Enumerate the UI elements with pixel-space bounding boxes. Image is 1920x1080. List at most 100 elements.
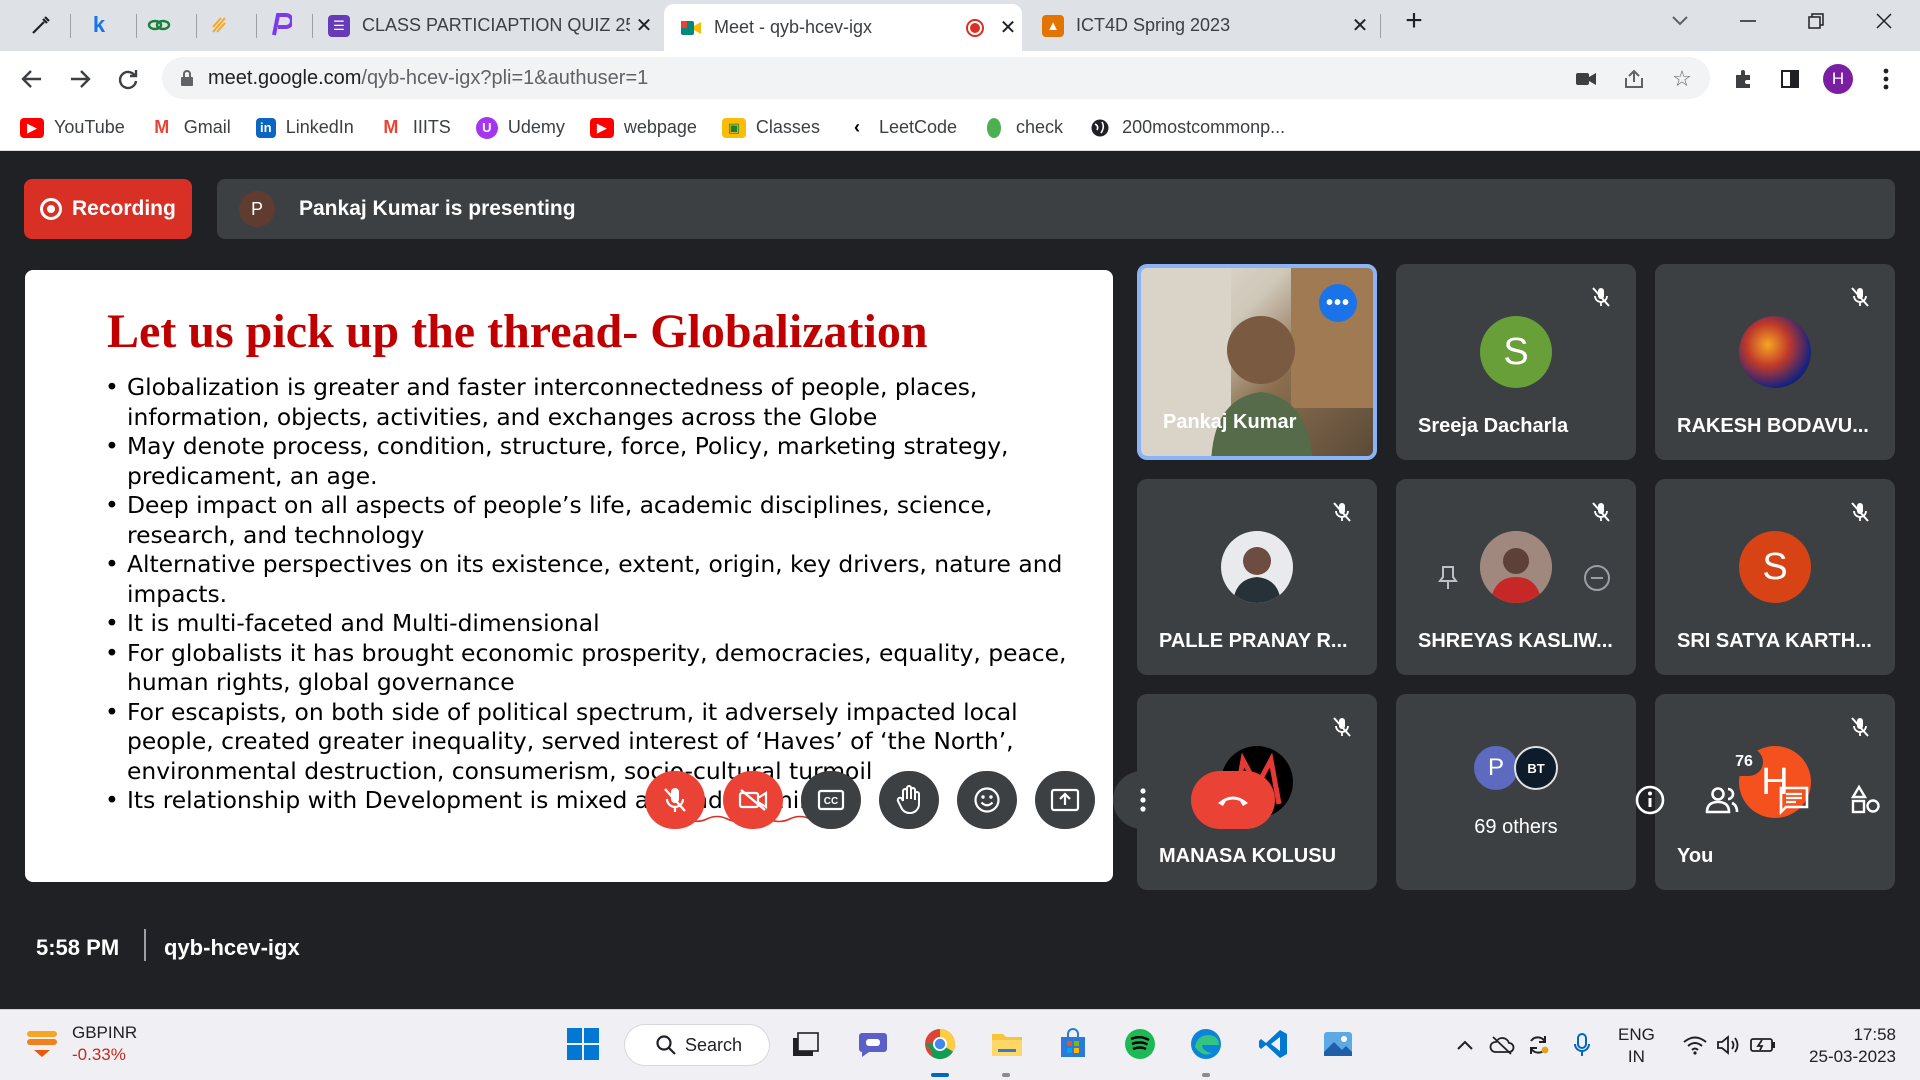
onedrive-tray-icon[interactable] (1487, 1030, 1517, 1060)
chrome-taskbar-button[interactable] (920, 1024, 960, 1064)
tab-search-button[interactable] (1652, 0, 1708, 42)
bookmarks-bar: ▶ YouTube M Gmail in LinkedIn M IIITS U Udemy… (0, 105, 1920, 151)
back-button[interactable] (14, 61, 50, 97)
bookmark-iiits[interactable]: M IIITS (379, 117, 451, 138)
bookmark-classes[interactable]: ▣ Classes (721, 117, 820, 138)
store-icon (1061, 1028, 1085, 1057)
activities-button[interactable] (1846, 780, 1886, 820)
classroom-icon: ▣ (721, 117, 746, 138)
camera-off-icon (738, 789, 768, 811)
minimize-button[interactable] (1720, 0, 1776, 42)
more-options-icon[interactable]: ••• (1319, 284, 1357, 322)
show-hidden-icons-button[interactable] (1450, 1030, 1480, 1060)
side-panel-button[interactable] (1772, 61, 1808, 97)
mic-off-icon (1327, 712, 1357, 742)
camera-toggle-button[interactable] (723, 771, 783, 829)
extensions-button[interactable] (1726, 61, 1762, 97)
pinned-tab-k[interactable]: k (80, 8, 118, 42)
pin-icon[interactable] (1434, 563, 1462, 591)
vscode-button[interactable] (1253, 1024, 1293, 1064)
address-bar[interactable]: meet.google.com/qyb-hcev-igx?pli=1&authu… (162, 57, 1710, 99)
meeting-details-button[interactable] (1630, 780, 1670, 820)
bookmark-linkedin[interactable]: in LinkedIn (255, 117, 354, 138)
bookmark-star-icon[interactable]: ☆ (1668, 65, 1696, 93)
tab-meet[interactable]: Meet - qyb-hcev-igx ✕ (664, 4, 1022, 51)
pinned-tab-pen[interactable] (22, 8, 60, 42)
remove-icon[interactable] (1582, 563, 1612, 593)
meet-icon (680, 16, 702, 39)
raise-hand-button[interactable] (879, 771, 939, 829)
participant-tile-pankaj-kumar[interactable]: ••• Pankaj Kumar (1137, 264, 1377, 460)
close-icon[interactable]: ✕ (630, 13, 658, 38)
pinned-tab-stack[interactable] (200, 8, 238, 42)
mic-toggle-button[interactable] (645, 771, 705, 829)
minimize-icon (1740, 20, 1756, 22)
participant-tile-palle-pranay[interactable]: PALLE PRANAY R... (1137, 479, 1377, 675)
participant-name: MANASA KOLUSU (1159, 845, 1337, 867)
more-options-button[interactable] (1113, 771, 1173, 829)
tab-quiz[interactable]: ☰ CLASS PARTICIAPTION QUIZ 25 M ✕ (312, 0, 658, 51)
share-icon[interactable] (1620, 65, 1648, 93)
participant-name: SRI SATYA KARTH... (1677, 630, 1872, 652)
start-button[interactable] (563, 1024, 603, 1064)
bookmark-gmail[interactable]: M Gmail (150, 117, 231, 138)
input-language[interactable]: ENG IN (1618, 1024, 1655, 1068)
photos-icon (1324, 1032, 1352, 1056)
recording-badge[interactable]: Recording (24, 179, 192, 239)
present-screen-button[interactable] (1035, 771, 1095, 829)
microphone-tray-icon[interactable] (1567, 1030, 1597, 1060)
bookmark-200mostcommon[interactable]: 200mostcommonp... (1088, 117, 1285, 138)
battery-tray-icon[interactable] (1748, 1030, 1778, 1060)
participant-tile-sreeja-dacharla[interactable]: S Sreeja Dacharla (1396, 264, 1636, 460)
profile-avatar[interactable]: H (1820, 61, 1856, 97)
participant-tile-rakesh[interactable]: RAKESH BODAVU... (1655, 264, 1895, 460)
file-explorer-button[interactable] (987, 1024, 1027, 1064)
chat-button[interactable] (1774, 780, 1814, 820)
emoji-icon (974, 787, 1000, 813)
reactions-button[interactable] (957, 771, 1017, 829)
stock-widget[interactable]: GBPINR -0.33% (24, 1022, 137, 1066)
participant-tile-sri-satya[interactable]: S SRI SATYA KARTH... (1655, 479, 1895, 675)
pinned-tab-link[interactable] (140, 8, 178, 42)
clock-date[interactable]: 17:58 25-03-2023 (1809, 1024, 1896, 1068)
photos-button[interactable] (1318, 1024, 1358, 1064)
bookmark-check[interactable]: check (982, 117, 1063, 138)
store-button[interactable] (1053, 1024, 1093, 1064)
new-tab-button[interactable]: + (1386, 0, 1442, 42)
youtube-icon: ▶ (589, 117, 614, 138)
forward-button[interactable] (62, 61, 98, 97)
close-icon (1876, 13, 1892, 29)
pinned-tab-p[interactable] (262, 8, 300, 42)
close-window-button[interactable] (1856, 0, 1912, 42)
edge-button[interactable] (1186, 1024, 1226, 1064)
widget-change: -0.33% (72, 1045, 126, 1064)
taskbar-search[interactable]: Search (624, 1024, 770, 1066)
people-icon (1705, 787, 1739, 814)
teams-chat-button[interactable] (853, 1024, 893, 1064)
reload-button[interactable] (110, 61, 146, 97)
restore-button[interactable] (1788, 0, 1844, 42)
wifi-tray-icon[interactable] (1680, 1030, 1710, 1060)
bookmark-webpage[interactable]: ▶ webpage (589, 117, 697, 138)
sync-tray-icon[interactable] (1523, 1030, 1553, 1060)
participant-tile-shreyas[interactable]: SHREYAS KASLIW... (1396, 479, 1636, 675)
bookmark-udemy[interactable]: U Udemy (475, 116, 565, 139)
presenting-banner: P Pankaj Kumar is presenting (217, 179, 1895, 239)
slide-bullet: Alternative perspectives on its existenc… (105, 550, 1085, 609)
close-icon[interactable]: ✕ (1346, 13, 1374, 38)
captions-button[interactable]: CC (801, 771, 861, 829)
slide-bullet: Globalization is greater and faster inte… (105, 373, 1085, 432)
bookmark-leetcode[interactable]: ‹ LeetCode (845, 117, 957, 138)
people-button[interactable] (1702, 780, 1742, 820)
slide-bullets: Globalization is greater and faster inte… (105, 373, 1085, 823)
participant-tile-others[interactable]: P BT 69 others (1396, 694, 1636, 890)
tab-ict4d[interactable]: ▲ ICT4D Spring 2023 ✕ (1026, 0, 1374, 51)
task-view-button[interactable] (785, 1024, 825, 1064)
volume-tray-icon[interactable] (1713, 1030, 1743, 1060)
spotify-button[interactable] (1120, 1024, 1160, 1064)
close-icon[interactable]: ✕ (994, 15, 1022, 40)
chrome-menu-button[interactable] (1868, 61, 1904, 97)
bookmark-youtube[interactable]: ▶ YouTube (20, 117, 125, 138)
camera-in-use-icon[interactable] (1572, 65, 1600, 93)
leave-call-button[interactable] (1191, 771, 1275, 829)
